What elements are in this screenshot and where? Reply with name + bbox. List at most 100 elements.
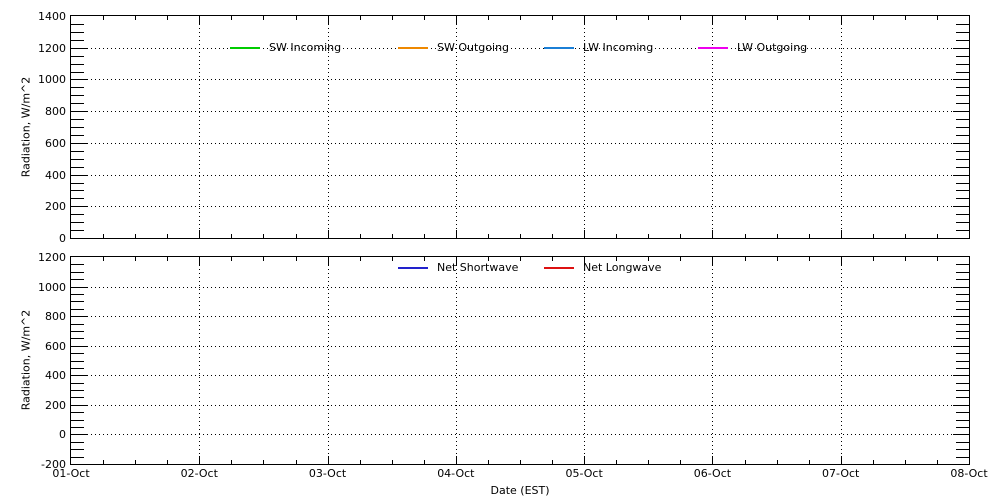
- y-minor-tick-right: [956, 190, 969, 191]
- x-major-tick-top: [584, 16, 585, 24]
- y-minor-tick-left: [71, 412, 84, 413]
- y-minor-tick-left: [71, 119, 84, 120]
- y-minor-tick-left: [71, 264, 84, 265]
- y-major-tick-left: [71, 287, 87, 288]
- x-minor-tick-top: [167, 16, 168, 20]
- y-minor-tick-right: [956, 338, 969, 339]
- y-minor-tick-left: [71, 272, 84, 273]
- y-minor-tick-left: [71, 331, 84, 332]
- y-minor-tick-right: [956, 198, 969, 199]
- h-gridline: [71, 434, 969, 435]
- x-minor-tick-bottom: [520, 234, 521, 238]
- y-minor-tick-left: [71, 56, 84, 57]
- x-minor-tick-top: [360, 257, 361, 261]
- x-minor-tick-bottom: [937, 460, 938, 464]
- y-minor-tick-right: [956, 368, 969, 369]
- x-minor-tick-bottom: [745, 234, 746, 238]
- y-minor-tick-left: [71, 127, 84, 128]
- x-minor-tick-bottom: [680, 234, 681, 238]
- x-minor-tick-bottom: [616, 234, 617, 238]
- y-minor-tick-right: [956, 301, 969, 302]
- y-minor-tick-left: [71, 95, 84, 96]
- y-minor-tick-left: [71, 420, 84, 421]
- h-gridline: [71, 79, 969, 80]
- y-minor-tick-left: [71, 230, 84, 231]
- v-gridline: [328, 257, 329, 464]
- x-minor-tick-top: [135, 16, 136, 20]
- x-major-tick-top: [712, 16, 713, 24]
- x-minor-tick-bottom: [873, 234, 874, 238]
- x-major-tick-top: [456, 16, 457, 24]
- y-minor-tick-right: [956, 331, 969, 332]
- x-minor-tick-top: [777, 257, 778, 261]
- y-minor-tick-left: [71, 383, 84, 384]
- y-major-tick-left: [71, 375, 87, 376]
- x-minor-tick-bottom: [520, 460, 521, 464]
- h-gridline: [71, 316, 969, 317]
- y-minor-tick-right: [956, 442, 969, 443]
- legend-item-net-shortwave: Net Shortwave: [398, 261, 518, 274]
- legend-line-net-shortwave: [398, 267, 428, 269]
- y-minor-tick-right: [956, 127, 969, 128]
- y-minor-tick-left: [71, 135, 84, 136]
- x-minor-tick-bottom: [616, 460, 617, 464]
- x-minor-tick-bottom: [135, 234, 136, 238]
- v-gridline: [456, 257, 457, 464]
- x-minor-tick-top: [873, 257, 874, 261]
- y-minor-tick-left: [71, 309, 84, 310]
- h-gridline: [71, 111, 969, 112]
- y-minor-tick-right: [956, 24, 969, 25]
- legend-line-lw-outgoing: [698, 47, 728, 49]
- x-minor-tick-bottom: [424, 234, 425, 238]
- x-minor-tick-top: [680, 257, 681, 261]
- x-minor-tick-bottom: [905, 234, 906, 238]
- y-minor-tick-right: [956, 230, 969, 231]
- x-minor-tick-bottom: [552, 234, 553, 238]
- y-tick-label: 400: [22, 170, 66, 181]
- y-minor-tick-left: [71, 40, 84, 41]
- y-tick-label: 1400: [22, 11, 66, 22]
- x-minor-tick-top: [167, 257, 168, 261]
- v-gridline: [584, 257, 585, 464]
- legend-item-lw-outgoing: LW Outgoing: [698, 41, 807, 54]
- x-minor-tick-top: [616, 16, 617, 20]
- x-minor-tick-bottom: [937, 234, 938, 238]
- radiation-figure: CREST Radiation Data at Caribou, ME Oct …: [0, 0, 1000, 500]
- y-tick-label: 600: [22, 138, 66, 149]
- x-minor-tick-top: [135, 257, 136, 261]
- x-minor-tick-top: [103, 257, 104, 261]
- x-major-tick-bottom: [712, 456, 713, 464]
- x-minor-tick-top: [680, 16, 681, 20]
- y-minor-tick-left: [71, 183, 84, 184]
- y-minor-tick-left: [71, 32, 84, 33]
- y-minor-tick-left: [71, 159, 84, 160]
- y-minor-tick-right: [956, 135, 969, 136]
- x-minor-tick-top: [777, 16, 778, 20]
- y-major-tick-right: [953, 287, 969, 288]
- y-minor-tick-left: [71, 24, 84, 25]
- x-minor-tick-top: [905, 257, 906, 261]
- h-gridline: [71, 175, 969, 176]
- legend-item-lw-incoming: LW Incoming: [544, 41, 653, 54]
- y-major-tick-right: [953, 79, 969, 80]
- y-major-tick-right: [953, 111, 969, 112]
- legend-label-lw-incoming: LW Incoming: [583, 41, 653, 54]
- y-minor-tick-right: [956, 119, 969, 120]
- legend-label-sw-outgoing: SW Outgoing: [437, 41, 509, 54]
- y-minor-tick-right: [956, 222, 969, 223]
- y-minor-tick-right: [956, 32, 969, 33]
- x-minor-tick-bottom: [488, 234, 489, 238]
- h-gridline: [71, 48, 969, 49]
- y-major-tick-left: [71, 79, 87, 80]
- y-major-tick-left: [71, 405, 87, 406]
- y-major-tick-left: [71, 48, 87, 49]
- x-major-tick-top: [199, 16, 200, 24]
- y-major-tick-left: [71, 143, 87, 144]
- y-minor-tick-right: [956, 309, 969, 310]
- legend-label-lw-outgoing: LW Outgoing: [737, 41, 807, 54]
- x-minor-tick-bottom: [809, 234, 810, 238]
- x-minor-tick-top: [360, 16, 361, 20]
- x-minor-tick-bottom: [905, 460, 906, 464]
- x-tick-label: 06-Oct: [682, 468, 742, 479]
- x-minor-tick-top: [873, 16, 874, 20]
